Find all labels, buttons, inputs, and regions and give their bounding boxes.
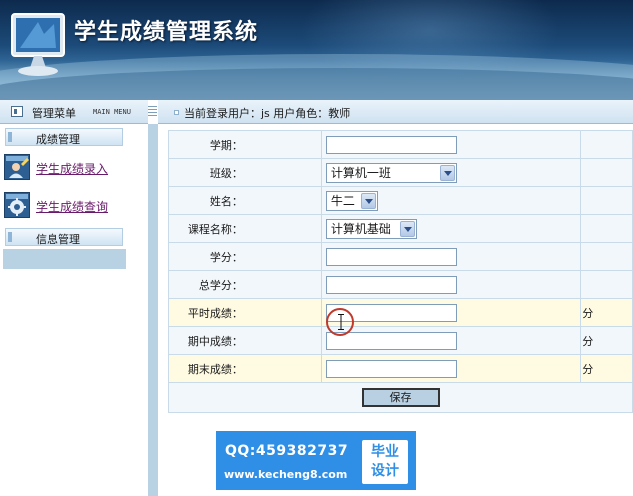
unit-label: 分 xyxy=(580,298,633,327)
status-bar: 当前登录用户：js 用户角色：教师 xyxy=(158,100,633,124)
field-label: 学分： xyxy=(168,242,322,271)
header-banner: 学生成绩管理系统 xyxy=(0,0,633,100)
form-row-actions: 保存 xyxy=(168,382,633,413)
sidebar-divider xyxy=(148,124,158,496)
menu-title: 管理菜单 xyxy=(32,107,76,120)
class-select[interactable]: 计算机一班 xyxy=(325,162,457,183)
total-credit-input[interactable] xyxy=(325,275,457,294)
watermark-url: www.kecheng8.com xyxy=(224,468,348,481)
sidebar-footer-bar xyxy=(3,249,126,269)
field-label: 课程名称： xyxy=(168,214,322,243)
app-title: 学生成绩管理系统 xyxy=(74,20,259,45)
form-row-regular-score: 平时成绩： 分 xyxy=(168,298,633,327)
sidebar-item-grade-query[interactable]: 学生成绩查询 xyxy=(4,192,144,220)
chevron-down-icon[interactable] xyxy=(360,192,376,209)
course-select-value: 计算机基础 xyxy=(330,221,391,236)
form-row-final-score: 期末成绩： 分 xyxy=(168,354,633,383)
bullet-icon xyxy=(174,110,179,115)
section-label: 信息管理 xyxy=(36,233,80,246)
menu-subtitle: MAIN MENU xyxy=(93,108,131,116)
sidebar-item-label[interactable]: 学生成绩录入 xyxy=(36,160,108,177)
watermark-logo: QQ:459382737 www.kecheng8.com 毕业 设计 xyxy=(216,431,416,490)
form-row-name: 姓名： 牛二 xyxy=(168,186,633,215)
final-score-input[interactable] xyxy=(325,359,457,378)
computer-monitor-icon xyxy=(11,13,65,76)
section-marker-icon xyxy=(8,232,12,242)
text-cursor-icon xyxy=(338,314,344,330)
watermark-qq: QQ:459382737 xyxy=(225,443,349,459)
sidebar: 成绩管理 学生成绩录入 学生成绩查询 信息管理 xyxy=(0,124,148,496)
form-row-midterm-score: 期中成绩： 分 xyxy=(168,326,633,355)
course-select[interactable]: 计算机基础 xyxy=(325,218,417,239)
grade-entry-form: 学期： 班级： 计算机一班 姓名： 牛二 课程名称： 计算机基础 学分： 总学分… xyxy=(168,130,633,413)
form-row-course: 课程名称： 计算机基础 xyxy=(168,214,633,243)
credit-input[interactable] xyxy=(325,247,457,266)
student-name-select-value: 牛二 xyxy=(330,193,355,208)
sidebar-section-info[interactable]: 信息管理 xyxy=(5,228,123,246)
chevron-down-icon[interactable] xyxy=(439,164,455,181)
field-label: 姓名： xyxy=(168,186,322,215)
form-row-class: 班级： 计算机一班 xyxy=(168,158,633,187)
form-row-credit: 学分： xyxy=(168,242,633,271)
sidebar-toggle-icon[interactable] xyxy=(148,104,158,118)
menu-icon xyxy=(11,106,23,117)
section-label: 成绩管理 xyxy=(36,133,80,146)
field-label: 期末成绩： xyxy=(168,354,322,383)
gear-icon xyxy=(4,192,30,218)
class-select-value: 计算机一班 xyxy=(330,165,391,180)
form-row-term: 学期： xyxy=(168,130,633,159)
field-label: 期中成绩： xyxy=(168,326,322,355)
student-name-select[interactable]: 牛二 xyxy=(325,190,378,211)
user-edit-icon xyxy=(4,154,30,180)
field-label: 班级： xyxy=(168,158,322,187)
menu-header: 管理菜单 MAIN MENU xyxy=(0,100,148,124)
unit-label: 分 xyxy=(580,326,633,355)
field-label: 学期： xyxy=(168,130,322,159)
term-input[interactable] xyxy=(325,135,457,154)
watermark-badge: 毕业 设计 xyxy=(362,440,408,484)
section-marker-icon xyxy=(8,132,12,142)
field-label: 平时成绩： xyxy=(168,298,322,327)
chevron-down-icon[interactable] xyxy=(399,220,415,237)
sidebar-section-grades[interactable]: 成绩管理 xyxy=(5,128,123,146)
form-row-total-credit: 总学分： xyxy=(168,270,633,299)
unit-label: 分 xyxy=(580,354,633,383)
save-button[interactable]: 保存 xyxy=(361,388,440,407)
field-label: 总学分： xyxy=(168,270,322,299)
sidebar-item-label[interactable]: 学生成绩查询 xyxy=(36,198,108,215)
sidebar-item-grade-entry[interactable]: 学生成绩录入 xyxy=(4,154,144,182)
current-user-status: 当前登录用户：js 用户角色：教师 xyxy=(184,107,351,120)
